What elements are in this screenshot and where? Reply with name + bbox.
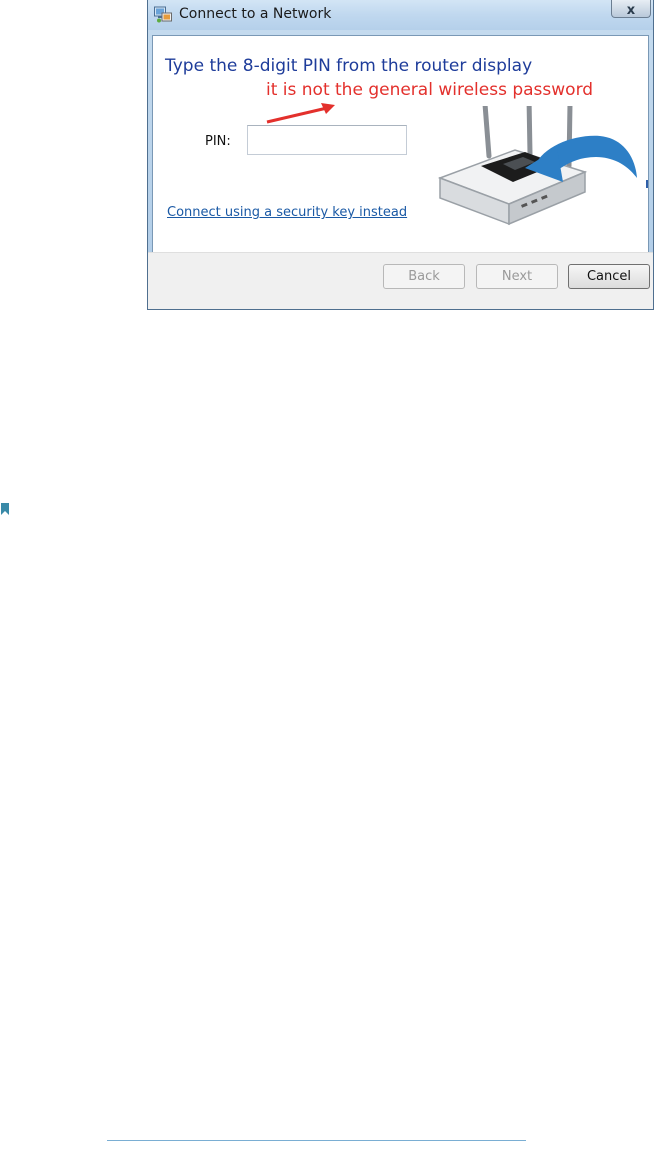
edge-mark (646, 180, 648, 188)
connect-network-dialog: Connect to a Network x Type the 8-digit … (147, 0, 654, 310)
arrow-icon (266, 103, 335, 124)
annotation-note: it is not the general wireless password (266, 80, 594, 100)
page: Connect to a Network x Type the 8-digit … (0, 0, 654, 1173)
dialog-title: Connect to a Network (179, 6, 332, 22)
footer-rule (107, 1140, 526, 1141)
dialog-heading: Type the 8-digit PIN from the router dis… (165, 56, 533, 76)
pin-input[interactable] (247, 125, 407, 155)
close-icon: x (626, 3, 636, 18)
back-button[interactable]: Back (383, 264, 465, 289)
security-key-link[interactable]: Connect using a security key instead (167, 205, 407, 220)
pin-label: PIN: (205, 134, 231, 149)
router-illustration (437, 106, 637, 226)
title-bar: Connect to a Network x (148, 0, 653, 30)
dialog-footer: Back Next Cancel (148, 252, 653, 309)
network-icon (154, 6, 172, 23)
bookmark-icon (1, 503, 9, 515)
cancel-button[interactable]: Cancel (568, 264, 650, 289)
next-button[interactable]: Next (476, 264, 558, 289)
close-button[interactable]: x (611, 0, 651, 18)
